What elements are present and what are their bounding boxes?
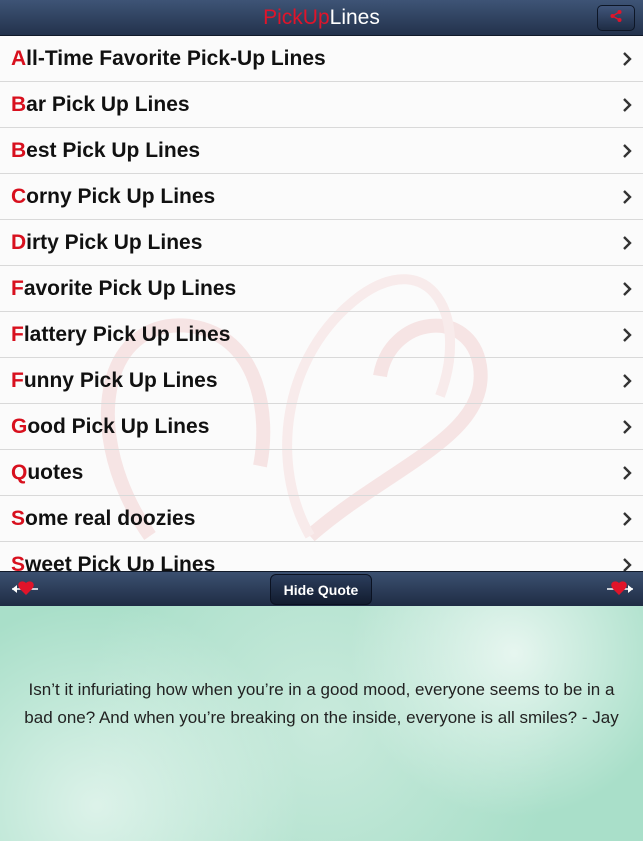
list-item[interactable]: All-Time Favorite Pick-Up Lines [0,36,643,82]
list-item-label: Bar Pick Up Lines [11,92,190,116]
list-item[interactable]: Favorite Pick Up Lines [0,266,643,312]
list-item-label: Quotes [11,460,84,484]
list-item[interactable]: Some real doozies [0,496,643,542]
list-item-label: Dirty Pick Up Lines [11,230,203,254]
share-icon [609,9,623,28]
quote-text: Isn’t it infuriating how when you’re in … [24,680,619,727]
chevron-right-icon [623,420,632,434]
chevron-right-icon [623,236,632,250]
chevron-right-icon [623,328,632,342]
list-item[interactable]: Bar Pick Up Lines [0,82,643,128]
share-button[interactable] [597,5,635,31]
previous-quote-button[interactable] [10,580,40,603]
chevron-right-icon [623,466,632,480]
chevron-right-icon [623,52,632,66]
list-item-label: Best Pick Up Lines [11,138,201,162]
list-item[interactable]: Good Pick Up Lines [0,404,643,450]
list-item[interactable]: Sweet Pick Up Lines [0,542,643,571]
list-item[interactable]: Flattery Pick Up Lines [0,312,643,358]
list-item[interactable]: Funny Pick Up Lines [0,358,643,404]
chevron-right-icon [623,512,632,526]
chevron-right-icon [623,144,632,158]
quote-panel: Isn’t it infuriating how when you’re in … [0,606,643,841]
list-item-label: Funny Pick Up Lines [11,368,218,392]
next-quote-button[interactable] [605,580,635,603]
chevron-right-icon [623,558,632,571]
list-item[interactable]: Best Pick Up Lines [0,128,643,174]
list-item-label: All-Time Favorite Pick-Up Lines [11,46,326,70]
list-item-label: Flattery Pick Up Lines [11,322,231,346]
app-title-part1: PickUp [263,6,330,29]
list-item[interactable]: Corny Pick Up Lines [0,174,643,220]
heart-arrow-left-icon [12,581,38,595]
list-item[interactable]: Dirty Pick Up Lines [0,220,643,266]
list-item[interactable]: Quotes [0,450,643,496]
list-item-label: Sweet Pick Up Lines [11,552,216,572]
hide-quote-button[interactable]: Hide Quote [270,574,372,605]
list-item-label: Some real doozies [11,506,196,530]
list-item-label: Favorite Pick Up Lines [11,276,237,300]
chevron-right-icon [623,98,632,112]
chevron-right-icon [623,374,632,388]
list-item-label: Good Pick Up Lines [11,414,210,438]
chevron-right-icon [623,190,632,204]
app-title-part2: Lines [329,6,380,29]
heart-arrow-right-icon [607,581,633,595]
list-item-label: Corny Pick Up Lines [11,184,216,208]
app-title: PickUpLines [0,6,643,30]
nav-bar: PickUpLines [0,0,643,36]
category-list: All-Time Favorite Pick-Up Lines Bar Pick… [0,36,643,571]
chevron-right-icon [623,282,632,296]
quote-toolbar: Hide Quote [0,571,643,606]
